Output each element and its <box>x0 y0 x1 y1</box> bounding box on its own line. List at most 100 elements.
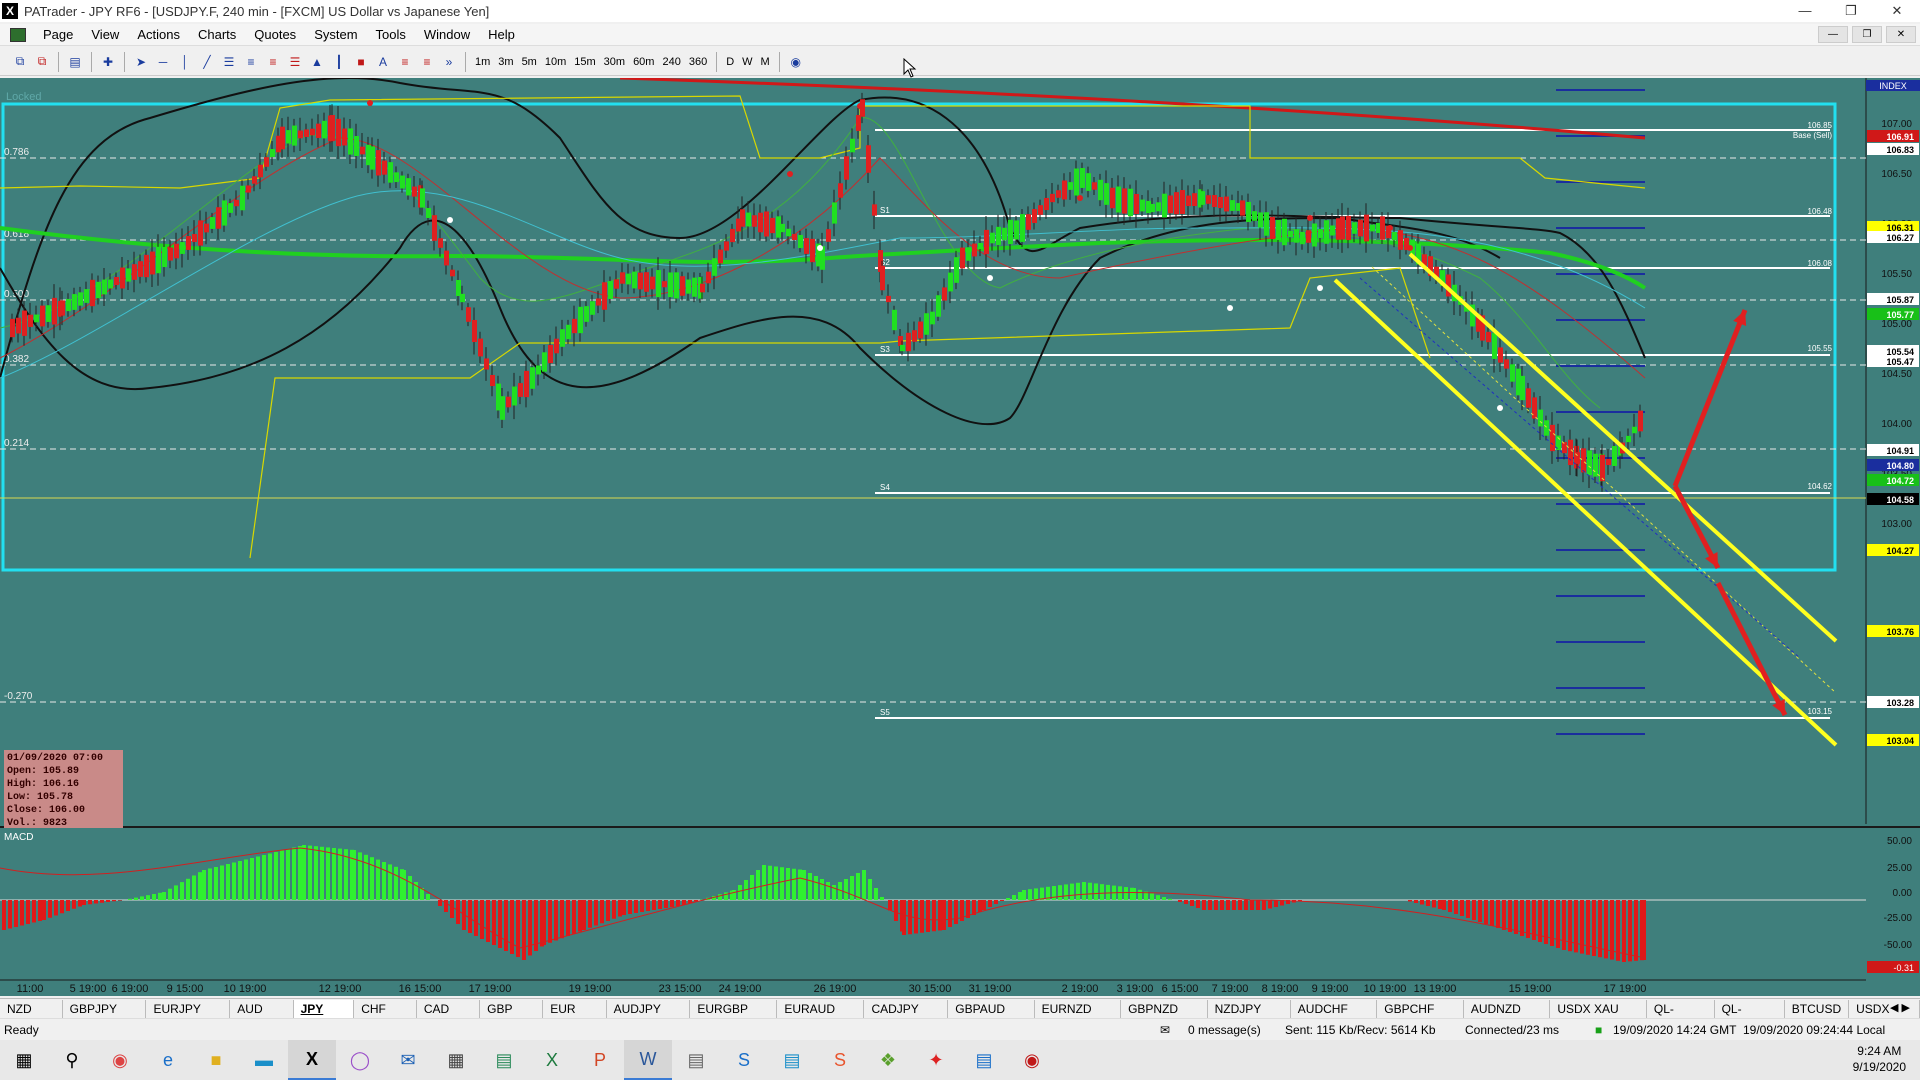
restore-icon[interactable]: ❐ <box>1828 0 1874 22</box>
menu-quotes[interactable]: Quotes <box>245 27 305 42</box>
chart-tab[interactable]: NZD RF6 <box>0 999 63 1034</box>
chart-tab[interactable]: EURGBP RF6 <box>690 999 778 1034</box>
search-icon[interactable]: ⚲ <box>48 1040 96 1080</box>
timeframe-5m[interactable]: 5m <box>518 56 541 68</box>
period-weekly[interactable]: W <box>738 56 756 68</box>
menu-help[interactable]: Help <box>479 27 524 42</box>
network-icon[interactable]: ▤ <box>480 1040 528 1080</box>
bird-app-icon[interactable]: ✦ <box>912 1040 960 1080</box>
menu-actions[interactable]: Actions <box>128 27 189 42</box>
chart-page-icon[interactable] <box>10 27 26 42</box>
snagit-icon[interactable]: S <box>720 1040 768 1080</box>
patrader-icon[interactable]: X <box>288 1040 336 1080</box>
screen-capture-icon[interactable]: ◯ <box>336 1040 384 1080</box>
horizontal-line-icon[interactable]: ─ <box>153 52 173 72</box>
timeframe-60m[interactable]: 60m <box>629 56 658 68</box>
chart-tab[interactable]: USDX XAU WTI <box>1550 999 1647 1034</box>
pointer-icon[interactable]: ➤ <box>131 52 151 72</box>
edge-icon[interactable]: e <box>144 1040 192 1080</box>
chart-tab[interactable]: AUDJPY RF6 <box>607 999 691 1034</box>
period-daily[interactable]: D <box>722 56 738 68</box>
timeframe-360[interactable]: 360 <box>685 56 711 68</box>
screen-share-icon[interactable]: ▤ <box>768 1040 816 1080</box>
chart-tab[interactable]: JPY RF6 <box>293 999 355 1034</box>
file-explorer-icon[interactable]: ■ <box>192 1040 240 1080</box>
menu-charts[interactable]: Charts <box>189 27 245 42</box>
vertical-line-icon[interactable]: │ <box>175 52 195 72</box>
clock-sync-icon[interactable]: ◉ <box>786 52 806 72</box>
chart-tab[interactable]: EURAUD RF6 <box>777 999 865 1034</box>
mdi-minimize-icon[interactable]: — <box>1818 26 1848 43</box>
timeframe-240[interactable]: 240 <box>658 56 684 68</box>
gann-fan-icon[interactable]: ▲ <box>307 52 327 72</box>
chart-type-icon[interactable]: ▤ <box>65 52 85 72</box>
chart-tab[interactable]: EURNZD RF6 <box>1035 999 1122 1034</box>
chart-tab[interactable]: GBPAUD RF6 <box>948 999 1035 1034</box>
excel-icon[interactable]: X <box>528 1040 576 1080</box>
fib-extension-icon[interactable]: ≡ <box>263 52 283 72</box>
chart-tab[interactable]: CHF RF6 <box>354 999 417 1034</box>
price-chart-svg[interactable]: INDEX107.00106.50106.00105.50105.00104.5… <box>0 78 1920 996</box>
pivot-tool-icon[interactable]: ≡ <box>395 52 415 72</box>
word-icon[interactable]: W <box>624 1040 672 1080</box>
chart-tab[interactable]: BTCUSD <box>1785 999 1850 1018</box>
chart-tab[interactable]: CADJPY RF6 <box>864 999 949 1034</box>
notes-icon[interactable]: ▬ <box>240 1040 288 1080</box>
powerpoint-icon[interactable]: P <box>576 1040 624 1080</box>
text-tool-icon[interactable]: A <box>373 52 393 72</box>
chart-tab[interactable]: EUR RF6 <box>543 999 607 1034</box>
minimize-icon[interactable]: — <box>1782 0 1828 22</box>
archive-icon[interactable]: ▤ <box>672 1040 720 1080</box>
message-icon[interactable]: ✉ <box>1160 1023 1170 1037</box>
close-icon[interactable]: ✕ <box>1874 0 1920 22</box>
mdi-close-icon[interactable]: ✕ <box>1886 26 1916 43</box>
zoom-in-icon[interactable]: ⧉ <box>10 52 30 72</box>
chrome-icon[interactable]: ◉ <box>96 1040 144 1080</box>
swipe-app-icon[interactable]: S <box>816 1040 864 1080</box>
menu-window[interactable]: Window <box>415 27 479 42</box>
status-messages[interactable]: 0 message(s) <box>1188 1023 1261 1037</box>
cycle-lines-icon[interactable]: ┃ <box>329 52 349 72</box>
chart-tab[interactable]: GBPJPY RF6 <box>63 999 147 1034</box>
outlook-icon[interactable]: ✉ <box>384 1040 432 1080</box>
tab-scroll-icon[interactable]: ◀ ▶ <box>1890 1001 1910 1014</box>
menu-view[interactable]: View <box>82 27 128 42</box>
more-tools-icon[interactable]: » <box>439 52 459 72</box>
timeframe-30m[interactable]: 30m <box>600 56 629 68</box>
price-chart-area[interactable]: INDEX107.00106.50106.00105.50105.00104.5… <box>0 78 1920 996</box>
chart-tab[interactable]: CAD RF6 <box>417 999 481 1034</box>
crosshair-icon[interactable]: ✚ <box>98 52 118 72</box>
taskbar-clock[interactable]: 9:24 AM 9/19/2020 <box>1853 1043 1906 1075</box>
fibonacci-icon[interactable]: ≡ <box>241 52 261 72</box>
chart-tab[interactable]: AUD RF6 <box>230 999 294 1034</box>
calculator-icon[interactable]: ▦ <box>432 1040 480 1080</box>
channel-icon[interactable]: ☰ <box>219 52 239 72</box>
green-app-icon[interactable]: ❖ <box>864 1040 912 1080</box>
timeframe-15m[interactable]: 15m <box>570 56 599 68</box>
fib-retracement-icon[interactable]: ☰ <box>285 52 305 72</box>
erase-drawings-icon[interactable]: ≡ <box>417 52 437 72</box>
timeframe-3m[interactable]: 3m <box>494 56 517 68</box>
timeframe-10m[interactable]: 10m <box>541 56 570 68</box>
rectangle-icon[interactable]: ■ <box>351 52 371 72</box>
zoom-out-icon[interactable]: ⧉ <box>32 52 52 72</box>
mdi-restore-icon[interactable]: ❐ <box>1852 26 1882 43</box>
chart-tab[interactable]: QL-Majors <box>1647 999 1715 1034</box>
menu-system[interactable]: System <box>305 27 366 42</box>
menu-page[interactable]: Page <box>34 27 82 42</box>
chart-tab[interactable]: GBPCHF RF6 <box>1377 999 1464 1034</box>
trend-line-icon[interactable]: ╱ <box>197 52 217 72</box>
start-windows-icon[interactable]: ▦ <box>0 1040 48 1080</box>
timeframe-1m[interactable]: 1m <box>471 56 494 68</box>
menu-tools[interactable]: Tools <box>367 27 415 42</box>
period-monthly[interactable]: M <box>757 56 774 68</box>
record-app-icon[interactable]: ◉ <box>1008 1040 1056 1080</box>
chart-tab[interactable]: QL-Exotics <box>1715 999 1785 1034</box>
chart-tab[interactable]: GBP RF6 <box>480 999 544 1034</box>
chart-tab[interactable]: EURJPY RF6 <box>146 999 231 1034</box>
chart-tab[interactable]: NZDJPY RF6 <box>1208 999 1291 1034</box>
chart-tab[interactable]: AUDNZD RF6 <box>1464 999 1551 1034</box>
chart-tab[interactable]: AUDCHF RF6 <box>1291 999 1378 1034</box>
chart-tab[interactable]: GBPNZD RF6 <box>1121 999 1208 1034</box>
folder-share-icon[interactable]: ▤ <box>960 1040 1008 1080</box>
